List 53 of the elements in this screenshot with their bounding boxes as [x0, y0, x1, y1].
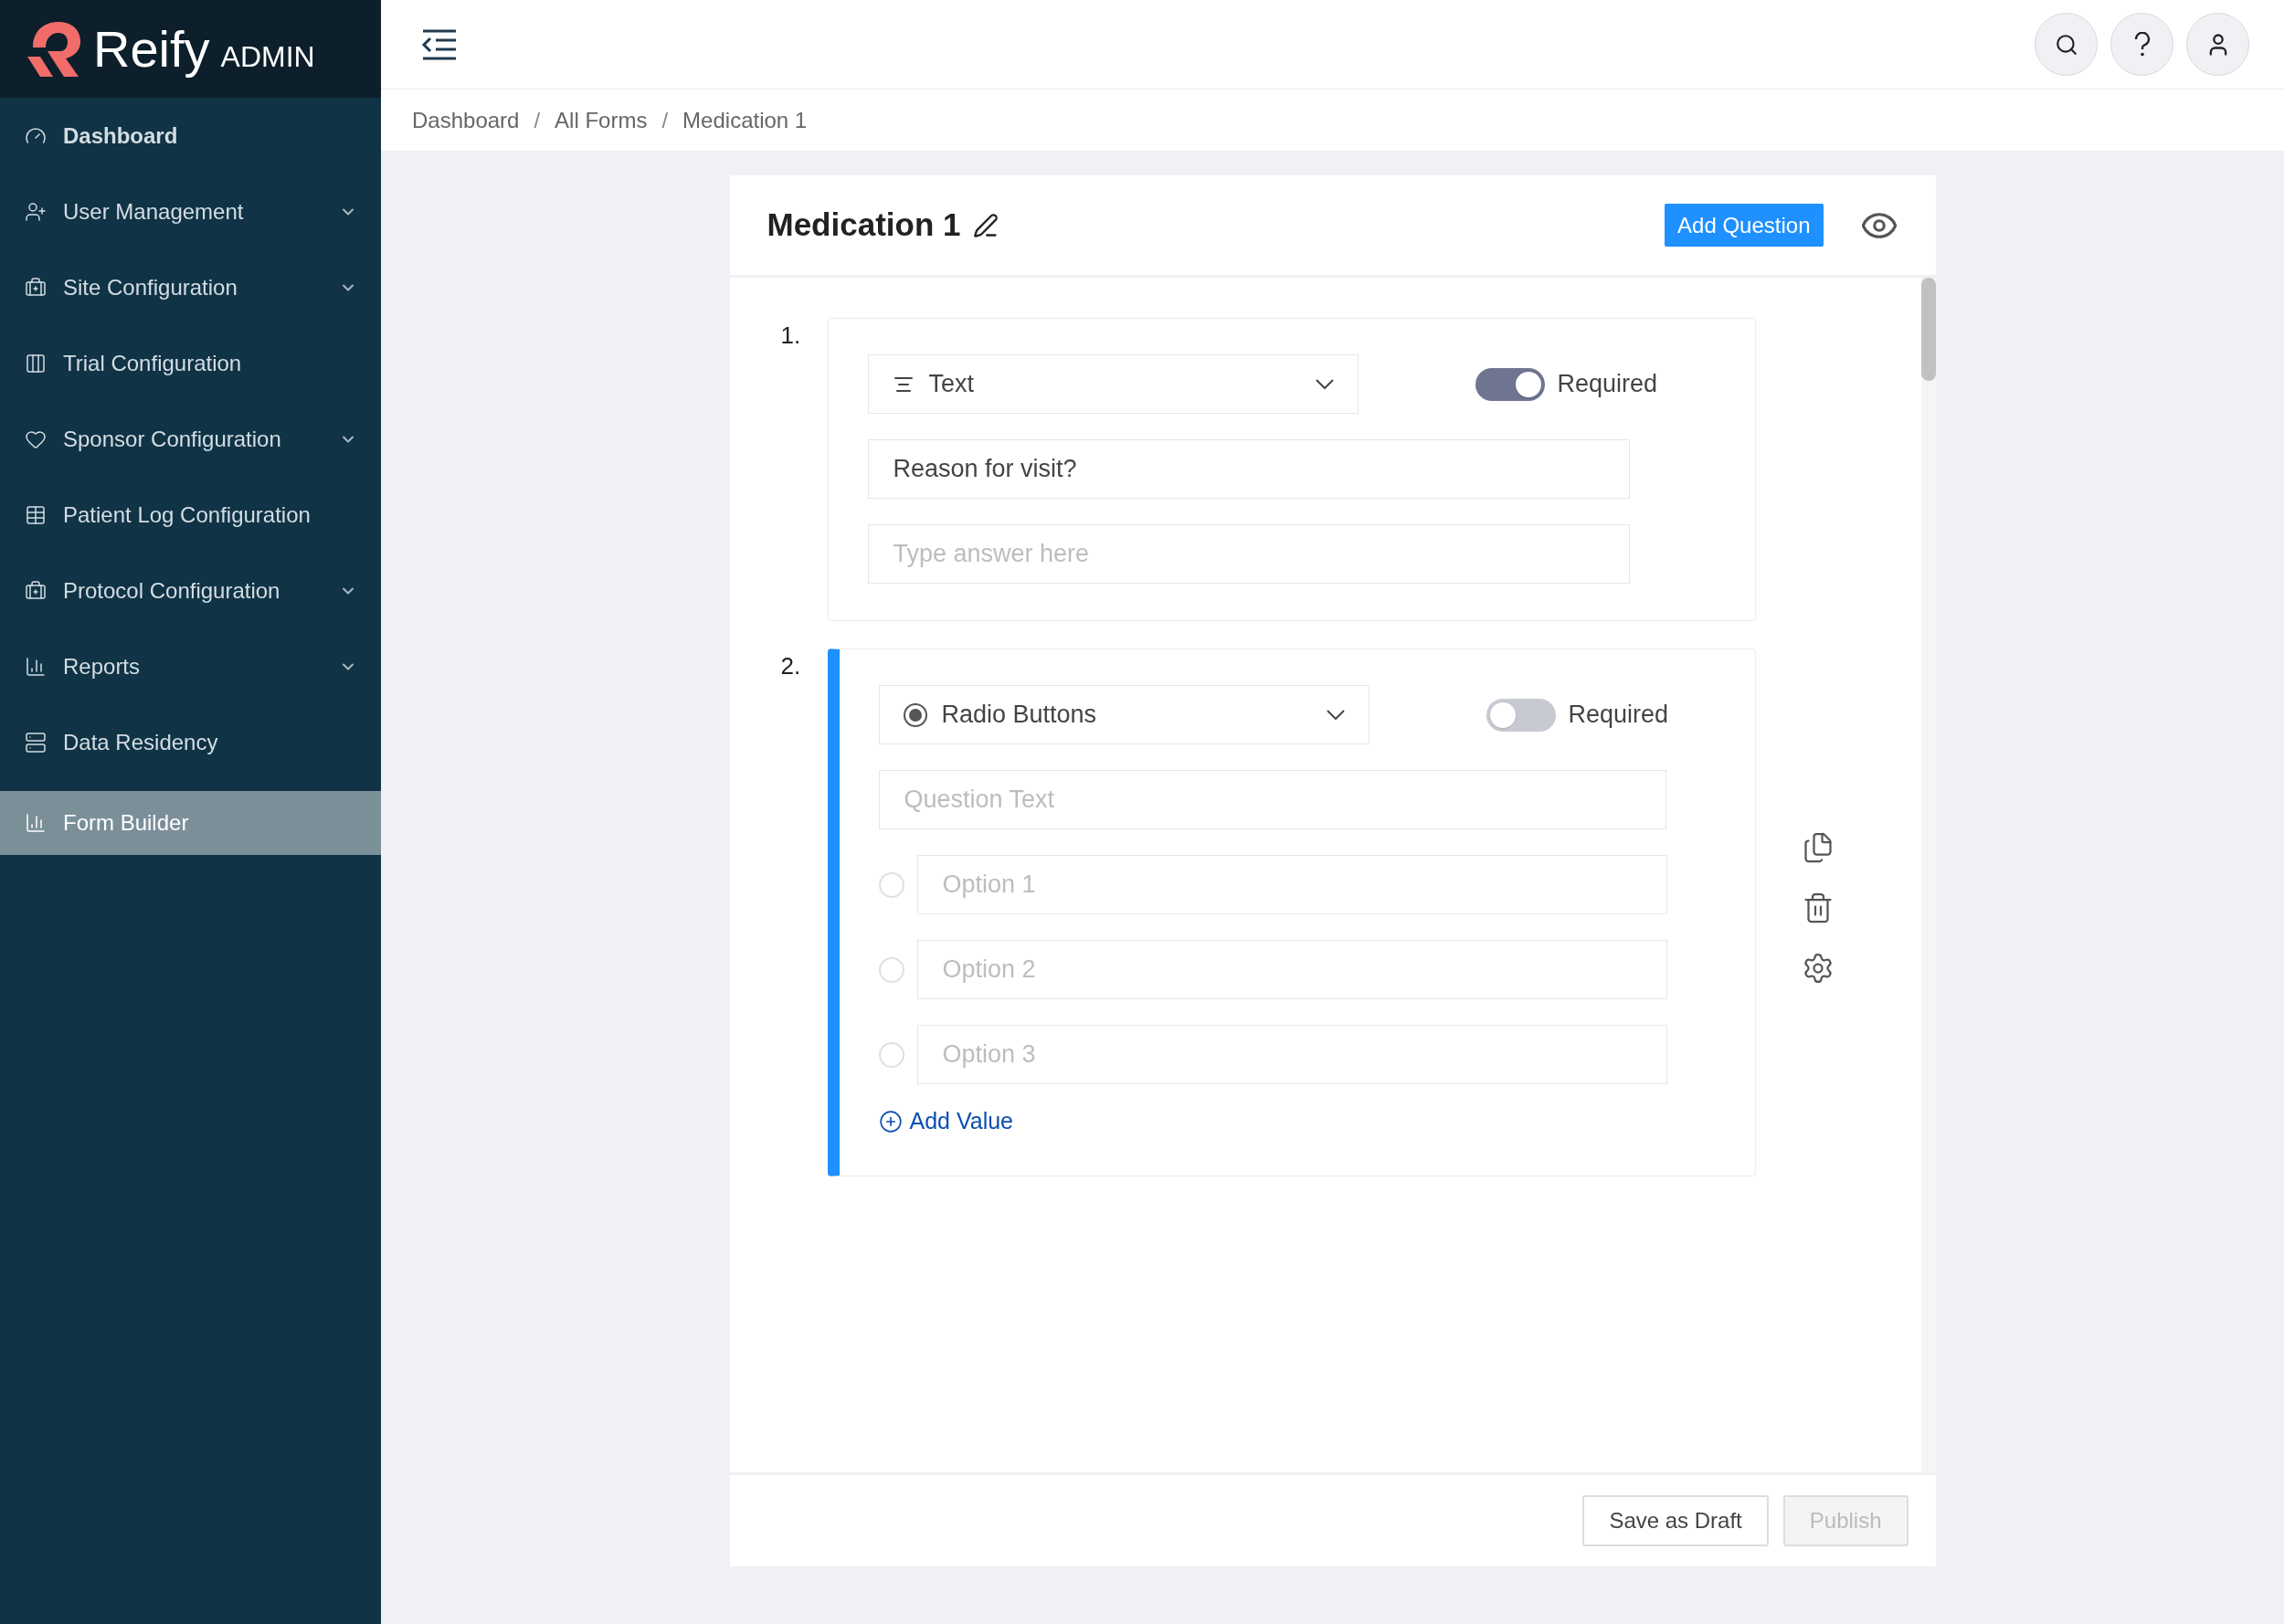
user-plus-icon	[25, 200, 47, 223]
question-mark-icon	[2132, 31, 2152, 58]
question-type-select[interactable]: Text	[867, 354, 1359, 414]
required-label: Required	[1557, 369, 1658, 400]
question-type-select[interactable]: Radio Buttons	[878, 685, 1369, 744]
search-icon	[2054, 32, 2078, 57]
option-field[interactable]: Option 3	[916, 1025, 1667, 1084]
save-draft-button[interactable]: Save as Draft	[1582, 1495, 1769, 1546]
server-icon	[25, 731, 47, 754]
chevron-down-icon	[1326, 710, 1345, 720]
sidebar-item[interactable]: Dashboard	[0, 98, 381, 174]
medical-case-icon	[25, 579, 47, 602]
question-field[interactable]: Reason for visit?	[867, 439, 1630, 499]
sidebar-item[interactable]: Data Residency	[0, 704, 381, 780]
radio-button[interactable]	[878, 956, 904, 983]
scrollbar[interactable]	[1920, 278, 1936, 1472]
answer-field[interactable]: Type answer here	[867, 524, 1630, 584]
bar-chart-icon	[25, 812, 47, 834]
form-title: Medication 1	[767, 206, 961, 245]
required-toggle[interactable]	[1475, 367, 1545, 401]
sidebar-item[interactable]: Patient Log Configuration	[0, 477, 381, 553]
sidebar-item[interactable]: Site Configuration	[0, 249, 381, 325]
add-value-link[interactable]: Add Value	[878, 1104, 1013, 1139]
sidebar-item[interactable]: Reports	[0, 628, 381, 704]
chevron-down-icon	[1315, 379, 1334, 389]
radio-button[interactable]	[878, 871, 904, 898]
required-label: Required	[1568, 700, 1669, 731]
radio-icon	[903, 702, 927, 727]
board-icon	[25, 352, 47, 374]
question-number: 1.	[780, 321, 802, 351]
bar-chart-icon	[25, 655, 47, 678]
sidebar-item[interactable]: User Management	[0, 174, 381, 249]
breadcrumb-link[interactable]: All Forms	[555, 103, 648, 137]
sidebar-item[interactable]: Trial Configuration	[0, 325, 381, 401]
breadcrumb-link[interactable]: Dashboard	[412, 103, 520, 137]
breadcrumb-link[interactable]: Medication 1	[682, 103, 808, 137]
pencil-icon[interactable]	[973, 212, 999, 238]
medical-case-icon	[25, 276, 47, 299]
menu-icon[interactable]	[421, 27, 458, 61]
option-field[interactable]: Option 1	[916, 855, 1667, 914]
table-icon	[25, 503, 47, 526]
radio-button[interactable]	[878, 1041, 904, 1068]
logo-icon	[27, 19, 82, 79]
question-number: 2.	[780, 651, 802, 681]
breadcrumb-separator: /	[661, 106, 669, 134]
question-field[interactable]: Question Text	[878, 770, 1666, 829]
breadcrumb-separator: /	[534, 106, 541, 134]
plus-circle-icon	[878, 1109, 903, 1134]
sidebar-item[interactable]: Sponsor Configuration	[0, 401, 381, 477]
sidebar-item[interactable]: Protocol Configuration	[0, 553, 381, 628]
required-toggle[interactable]	[1486, 698, 1556, 732]
option-field[interactable]: Option 2	[916, 940, 1667, 999]
brand-suffix: ADMIN	[220, 38, 315, 75]
